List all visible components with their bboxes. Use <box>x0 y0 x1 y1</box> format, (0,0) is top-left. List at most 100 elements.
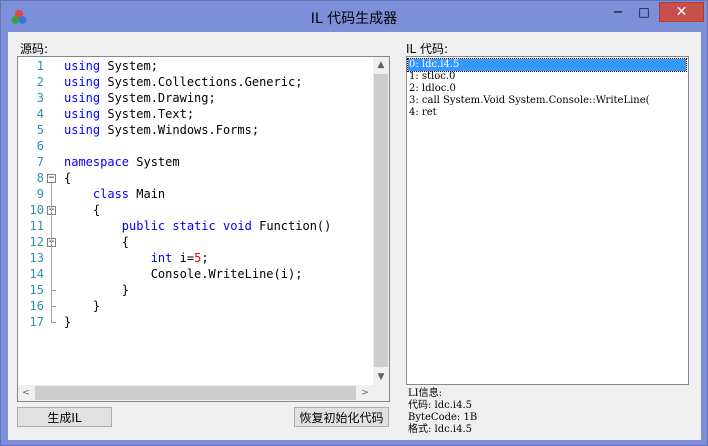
code-line[interactable]: 1 using System; <box>18 58 373 74</box>
code-text: using System.Windows.Forms; <box>64 122 259 138</box>
line-number: 16 <box>29 299 44 313</box>
code-text: int i=5; <box>64 250 209 266</box>
scrollbar-corner <box>373 385 389 401</box>
code-line[interactable]: 14 Console.WriteLine(i); <box>18 266 373 282</box>
line-number: 10 <box>29 203 44 217</box>
scroll-up-arrow[interactable]: ▲ <box>373 57 389 73</box>
scroll-down-arrow[interactable]: ▼ <box>373 369 389 385</box>
code-token: ; <box>201 251 209 265</box>
scroll-left-arrow[interactable]: < <box>18 385 34 401</box>
keyword-token: using <box>64 59 101 73</box>
code-line[interactable]: 13 int i=5; <box>18 250 373 266</box>
line-number: 15 <box>29 283 44 297</box>
line-number: 4 <box>36 107 44 121</box>
fold-end-marker <box>51 322 56 323</box>
main-window: IL 代码生成器 − □ ✕ 源码: IL 代码: 1 using System;… <box>0 0 708 446</box>
keyword-token: static <box>172 219 216 233</box>
code-line[interactable]: 2 using System.Collections.Generic; <box>18 74 373 90</box>
code-token: System.Text; <box>100 107 195 121</box>
code-line[interactable]: 11 public static void Function() <box>18 218 373 234</box>
il-info-title: LI信息: <box>408 388 442 399</box>
close-button[interactable]: ✕ <box>659 2 704 22</box>
code-token: System.Drawing; <box>100 91 216 105</box>
line-number: 1 <box>36 59 44 73</box>
line-number: 7 <box>36 155 44 169</box>
code-line[interactable]: 7 namespace System <box>18 154 373 170</box>
code-text: } <box>64 298 100 314</box>
code-text: namespace System <box>64 154 180 170</box>
code-token: System <box>129 155 180 169</box>
il-label: IL 代码: <box>406 42 449 56</box>
title-bar[interactable]: IL 代码生成器 − □ ✕ <box>1 1 707 33</box>
client-area: 源码: IL 代码: 1 using System; 2 using System.C… <box>8 32 701 440</box>
maximize-button[interactable]: □ <box>631 2 657 22</box>
minimize-button[interactable]: − <box>605 2 631 22</box>
code-text: { <box>64 202 100 218</box>
code-token: { <box>64 203 101 217</box>
generate-il-button[interactable]: 生成IL <box>17 407 112 427</box>
code-token: } <box>64 315 72 329</box>
il-list-item[interactable]: 3: call System.Void System.Console::Writ… <box>408 95 686 107</box>
vertical-scrollbar[interactable]: ▲ ▼ <box>373 57 389 385</box>
il-list-item[interactable]: 2: ldloc.0 <box>408 83 686 95</box>
code-token: Function() <box>251 219 332 233</box>
scroll-right-arrow[interactable]: > <box>357 385 373 401</box>
code-line[interactable]: 10− { <box>18 202 373 218</box>
code-line[interactable]: 3 using System.Drawing; <box>18 90 373 106</box>
line-number: 12 <box>29 235 44 249</box>
il-list-item[interactable]: 4: ret <box>408 107 686 119</box>
line-number: 11 <box>29 219 44 233</box>
source-code-editor[interactable]: 1 using System; 2 using System.Collections.… <box>17 56 390 402</box>
code-text: } <box>64 282 129 298</box>
code-text: { <box>64 234 129 250</box>
horizontal-scrollbar[interactable]: < > <box>18 385 373 401</box>
code-token: System; <box>100 59 158 73</box>
horizontal-scroll-thumb[interactable] <box>35 386 356 400</box>
source-label: 源码: <box>20 42 49 56</box>
keyword-token: using <box>64 91 101 105</box>
vertical-scroll-thumb[interactable] <box>374 74 388 367</box>
code-token: Main <box>129 187 166 201</box>
il-info-bytecode: ByteCode: 1B <box>408 412 478 423</box>
line-number: 14 <box>29 267 44 281</box>
keyword-token: using <box>64 75 101 89</box>
il-list-item[interactable]: 0: ldc.i4.5 <box>407 58 687 72</box>
code-text: class Main <box>64 186 165 202</box>
fold-collapse-icon[interactable]: − <box>47 174 56 183</box>
code-line[interactable]: 15 } <box>18 282 373 298</box>
code-line[interactable]: 8−{ <box>18 170 373 186</box>
code-token: } <box>64 299 101 313</box>
fold-end-marker <box>51 306 56 307</box>
code-text: using System; <box>64 58 158 74</box>
line-number: 8 <box>36 171 44 185</box>
il-list-item[interactable]: 1: stloc.0 <box>408 71 686 83</box>
line-number: 17 <box>29 315 44 329</box>
code-line[interactable]: 5 using System.Windows.Forms; <box>18 122 373 138</box>
line-number: 3 <box>36 91 44 105</box>
code-token: System.Collections.Generic; <box>100 75 303 89</box>
line-number: 5 <box>36 123 44 137</box>
code-line[interactable]: 4 using System.Text; <box>18 106 373 122</box>
restore-code-button[interactable]: 恢复初始化代码 <box>294 407 389 427</box>
keyword-token: class <box>92 187 130 201</box>
code-line[interactable]: 16 } <box>18 298 373 314</box>
il-info-code: 代码: ldc.i4.5 <box>408 400 473 411</box>
keyword-token: int <box>150 251 173 265</box>
il-info-format: 格式: ldc.i4.5 <box>408 424 473 435</box>
code-line[interactable]: 17} <box>18 314 373 330</box>
code-area[interactable]: 1 using System; 2 using System.Collections.… <box>18 57 373 385</box>
code-line[interactable]: 9 class Main <box>18 186 373 202</box>
keyword-token: using <box>64 123 101 137</box>
fold-end-marker <box>51 290 56 291</box>
il-code-list[interactable]: 0: ldc.i4.5 1: stloc.0 2: ldloc.0 3: call S… <box>406 56 689 385</box>
code-text: using System.Text; <box>64 106 194 122</box>
keyword-token: using <box>64 107 101 121</box>
line-number: 9 <box>36 187 44 201</box>
code-line[interactable]: 12− { <box>18 234 373 250</box>
line-number: 13 <box>29 251 44 265</box>
code-line[interactable]: 6 <box>18 138 373 154</box>
